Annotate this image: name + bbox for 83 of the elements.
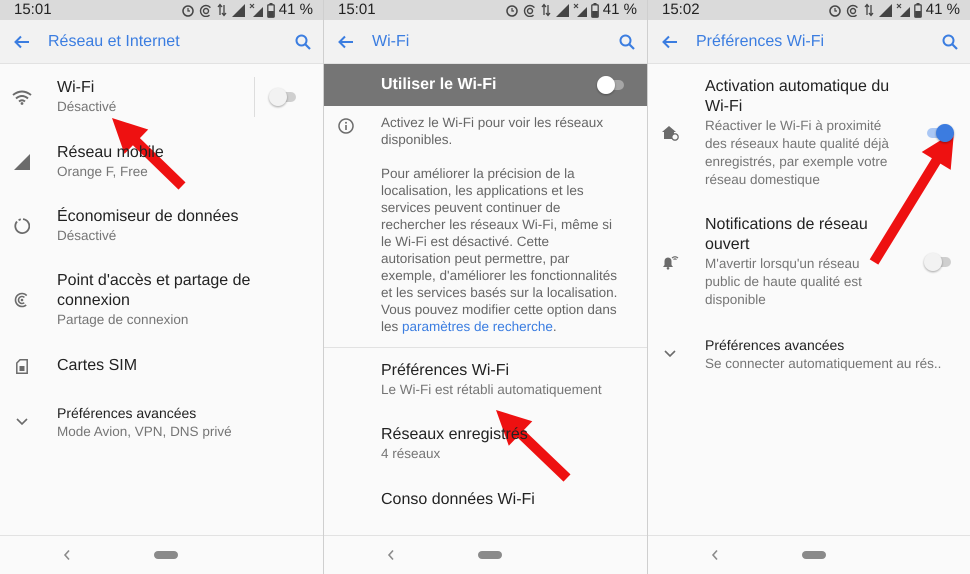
info-text: Activez le Wi-Fi pour voir les réseaux disponibles. (381, 114, 604, 148)
settings-item[interactable]: Activation automatique du Wi-Fi Réactiver le Wi-Fi à proximité des réseaux haute qualité déjà enregistrés, par exemple votre réseau domestique (648, 64, 970, 202)
battery-icon (266, 2, 275, 18)
home-button[interactable] (154, 551, 178, 559)
setting-summary: Désactivé (57, 227, 118, 245)
status-time: 15:01 (338, 0, 376, 20)
setting-title: Activation automatique du Wi-Fi (705, 77, 890, 117)
settings-item[interactable]: Point d'accès et partage de connexion Partage de connexion (0, 258, 323, 342)
chevron-down-icon[interactable] (664, 350, 676, 358)
signal-no-service-icon (572, 3, 587, 17)
info-text: Pour améliorer la précision de la localisation, les applications et les services peuvent continuer de rechercher les réseaux Wi-Fi, même si le Wi-Fi est désactivé. Cette autorisation peut permettre, par exemple, d'améliorer les fonctionnalités et les services basés sur la localisation. Vous pouvez modifier cette option dans les paramètres de recherche. (381, 165, 618, 335)
setting-summary: M'avertir lorsqu'un réseau public de haute qualité est disponible (705, 255, 863, 309)
settings-item[interactable]: Wi-Fi Désactivé (0, 64, 323, 130)
settings-item[interactable]: Économiseur de données Désactivé (0, 194, 323, 258)
home-sync-icon (660, 125, 678, 141)
sim-card-icon (16, 358, 28, 374)
search-icon[interactable] (942, 34, 958, 50)
search-icon[interactable] (619, 34, 635, 50)
settings-item[interactable]: Préférences Wi-Fi Le Wi-Fi est rétabli automatiquement (324, 348, 647, 412)
setting-title: Préférences avancées (705, 336, 846, 355)
setting-title: Notifications de réseau ouvert (705, 215, 869, 255)
back-arrow-icon[interactable] (662, 34, 678, 48)
status-time: 15:01 (14, 0, 52, 20)
setting-title: Cartes SIM (57, 356, 138, 376)
alarm-icon (180, 2, 195, 18)
signal-icon (14, 154, 30, 170)
setting-summary: Le Wi-Fi est rétabli automatiquement (381, 381, 603, 399)
signal-icon (878, 3, 892, 17)
back-nav-icon[interactable] (387, 549, 395, 561)
battery-icon (590, 2, 599, 18)
setting-summary: Mode Avion, VPN, DNS privé (57, 423, 233, 441)
signal-icon (230, 3, 245, 17)
signal-no-service-icon (896, 3, 910, 17)
setting-summary: 4 réseaux (381, 445, 442, 463)
screen-title: Préférences Wi-Fi (696, 32, 826, 52)
setting-title: Économiseur de données (57, 207, 240, 227)
master-switch-bar[interactable]: Utiliser le Wi-Fi (324, 64, 647, 106)
setting-summary: Orange F, Free (57, 163, 149, 181)
settings-item[interactable]: Cartes SIM (0, 342, 323, 390)
battery-percent: 41 % (602, 0, 637, 20)
search-settings-link[interactable]: paramètres de recherche (402, 319, 553, 334)
bell-wifi-icon (660, 254, 678, 270)
home-button[interactable] (802, 551, 826, 559)
screen-title: Réseau et Internet (48, 32, 181, 52)
info-icon (338, 118, 354, 134)
wifi-icon (12, 90, 32, 104)
back-arrow-icon[interactable] (14, 34, 30, 48)
hotspot-icon (14, 292, 30, 308)
setting-summary: Se connecter automatiquement au rés.. (705, 355, 942, 373)
settings-item[interactable]: Préférences avancées Se connecter automatiquement au rés.. (648, 322, 970, 386)
search-icon[interactable] (295, 34, 311, 50)
hotspot-icon (846, 3, 860, 17)
back-nav-icon[interactable] (711, 549, 719, 561)
setting-title: Utiliser le Wi-Fi (381, 75, 496, 95)
signal-no-service-icon (248, 3, 263, 17)
alarm-icon (504, 2, 519, 18)
battery-percent: 41 % (926, 0, 960, 20)
setting-title: Point d'accès et partage de connexion (57, 271, 252, 311)
back-arrow-icon[interactable] (338, 34, 354, 48)
setting-title: Conso données Wi-Fi (381, 490, 536, 510)
data-arrows-icon (216, 3, 227, 17)
setting-title: Préférences avancées (57, 404, 198, 423)
setting-title: Préférences Wi-Fi (381, 361, 510, 381)
status-time: 15:02 (662, 0, 700, 20)
hotspot-icon (198, 3, 213, 17)
hotspot-icon (522, 3, 537, 17)
settings-item[interactable]: Conso données Wi-Fi (324, 476, 647, 524)
data-arrows-icon (540, 3, 551, 17)
battery-percent: 41 % (278, 0, 313, 20)
setting-title: Wi-Fi (57, 78, 96, 98)
alarm-icon (828, 2, 842, 18)
data-saver-icon (14, 218, 30, 234)
data-arrows-icon (864, 3, 874, 17)
setting-summary: Réactiver le Wi-Fi à proximité des réseaux haute qualité déjà enregistrés, par exemple votre réseau domestique (705, 117, 890, 189)
screen-title: Wi-Fi (372, 32, 410, 52)
setting-summary: Partage de connexion (57, 311, 190, 329)
chevron-down-icon[interactable] (16, 418, 28, 426)
signal-icon (554, 3, 569, 17)
back-nav-icon[interactable] (63, 549, 71, 561)
settings-item[interactable]: Préférences avancées Mode Avion, VPN, DNS privé (0, 390, 323, 454)
home-button[interactable] (478, 551, 502, 559)
setting-summary: Désactivé (57, 98, 118, 116)
battery-icon (914, 2, 922, 18)
